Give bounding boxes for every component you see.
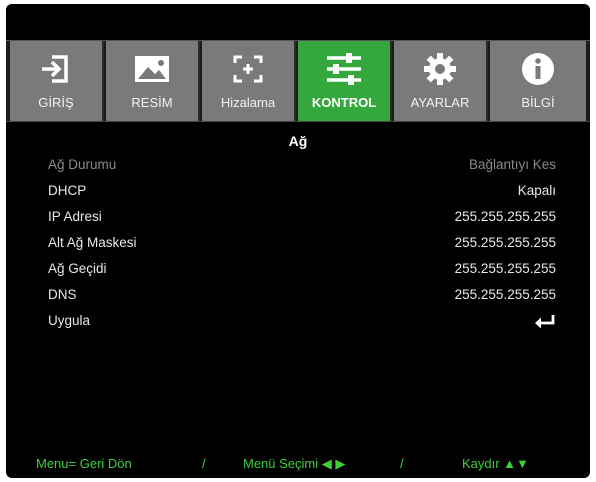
tab-ayarlar[interactable]: AYARLAR	[394, 41, 488, 121]
row-label: Ağ Geçidi	[48, 261, 107, 276]
row-ip-address[interactable]: IP Adresi 255.255.255.255	[48, 209, 556, 229]
input-icon	[10, 51, 102, 87]
tab-kontrol[interactable]: KONTROL	[298, 41, 392, 121]
row-label: Ağ Durumu	[48, 157, 117, 172]
alignment-icon	[202, 51, 294, 87]
image-icon	[106, 51, 198, 87]
row-value: 255.255.255.255	[454, 261, 556, 276]
row-label: IP Adresi	[48, 209, 102, 224]
tab-label: GİRİŞ	[38, 95, 74, 110]
footer-back-hint: Menu= Geri Dön	[36, 456, 132, 471]
row-apply[interactable]: Uygula	[48, 313, 556, 333]
row-value: 255.255.255.255	[454, 235, 556, 250]
tab-label: RESİM	[131, 95, 173, 110]
footer-separator: /	[202, 456, 206, 471]
row-dns[interactable]: DNS 255.255.255.255	[48, 287, 556, 307]
sliders-icon	[298, 51, 390, 87]
tab-giris[interactable]: GİRİŞ	[10, 41, 104, 121]
row-value: 255.255.255.255	[454, 287, 556, 302]
tab-bar: GİRİŞ RESİM Hizalama KONTROL AYARLAR BİL…	[6, 40, 590, 122]
footer-menu-select-hint: Menü Seçimi ◀ ▶	[243, 456, 346, 471]
tab-label: Hizalama	[220, 95, 276, 110]
tab-label: KONTROL	[311, 95, 377, 110]
row-gateway[interactable]: Ağ Geçidi 255.255.255.255	[48, 261, 556, 281]
row-subnet-mask[interactable]: Alt Ağ Maskesi 255.255.255.255	[48, 235, 556, 255]
row-network-status: Ağ Durumu Bağlantıyı Kes	[48, 157, 556, 177]
tab-bilgi[interactable]: BİLGİ	[490, 41, 586, 121]
row-label: DHCP	[48, 183, 87, 198]
enter-icon[interactable]	[534, 314, 556, 333]
row-label: DNS	[48, 287, 77, 302]
row-dhcp[interactable]: DHCP Kapalı	[48, 183, 556, 203]
tab-label: BİLGİ	[521, 95, 555, 110]
row-label: Uygula	[48, 313, 91, 328]
footer-hints: Menu= Geri Dön / Menü Seçimi ◀ ▶ / Kaydı…	[6, 450, 590, 478]
section-title: Ağ	[288, 133, 308, 149]
tab-resim[interactable]: RESİM	[106, 41, 200, 121]
footer-separator: /	[400, 456, 404, 471]
tab-hizalama[interactable]: Hizalama	[202, 41, 296, 121]
row-value: 255.255.255.255	[454, 209, 556, 224]
row-value: Bağlantıyı Kes	[468, 157, 556, 172]
footer-scroll-hint: Kaydır ▲▼	[462, 456, 529, 471]
info-icon	[490, 51, 586, 87]
top-bar	[6, 4, 590, 40]
osd-menu: GİRİŞ RESİM Hizalama KONTROL AYARLAR BİL…	[6, 4, 590, 478]
gear-icon	[394, 51, 486, 87]
tab-label: AYARLAR	[410, 95, 470, 110]
row-value: Kapalı	[517, 183, 556, 198]
row-label: Alt Ağ Maskesi	[48, 235, 137, 250]
